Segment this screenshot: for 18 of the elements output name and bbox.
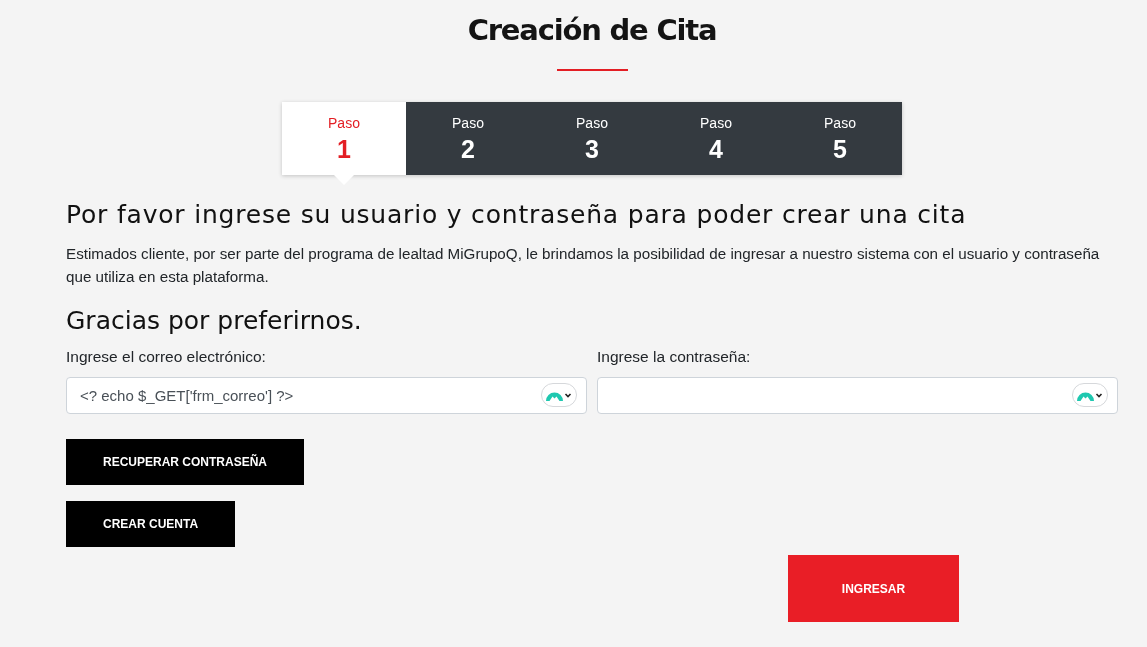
- step-tab[interactable]: Paso 3: [530, 102, 654, 175]
- step-tab[interactable]: Paso 2: [406, 102, 530, 175]
- page-title: Creación de Cita: [467, 12, 717, 48]
- step-tab[interactable]: Paso 5: [778, 102, 902, 175]
- title-underline: [556, 69, 628, 71]
- intro-paragraph: Estimados cliente, por ser parte del programa de lealtad MiGrupoQ, le brindamos la posibilidad de ingresar a nuestro sistema con el usuario y contraseña que utiliza en esta plataforma.: [66, 244, 1101, 287]
- input-field[interactable]: <? echo $_GET['frm_correo'] ?>: [66, 377, 587, 414]
- step-pointer-icon: [334, 175, 354, 185]
- action-button[interactable]: RECUPERAR CONTRASEÑA: [66, 439, 304, 485]
- form-heading: Por favor ingrese su usuario y contraseña para poder crear una cita: [66, 199, 968, 231]
- action-button[interactable]: CREAR CUENTA: [66, 501, 236, 547]
- login-button[interactable]: INGRESAR: [788, 555, 959, 622]
- step-tab[interactable]: Paso 4: [654, 102, 778, 175]
- step-tab[interactable]: Paso 1: [282, 102, 406, 175]
- thanks-heading: Gracias por preferirnos.: [66, 305, 362, 337]
- input-field[interactable]: [597, 377, 1118, 414]
- field-label: Ingrese el correo electrónico:: [66, 347, 266, 367]
- field-label: Ingrese la contraseña:: [597, 347, 751, 367]
